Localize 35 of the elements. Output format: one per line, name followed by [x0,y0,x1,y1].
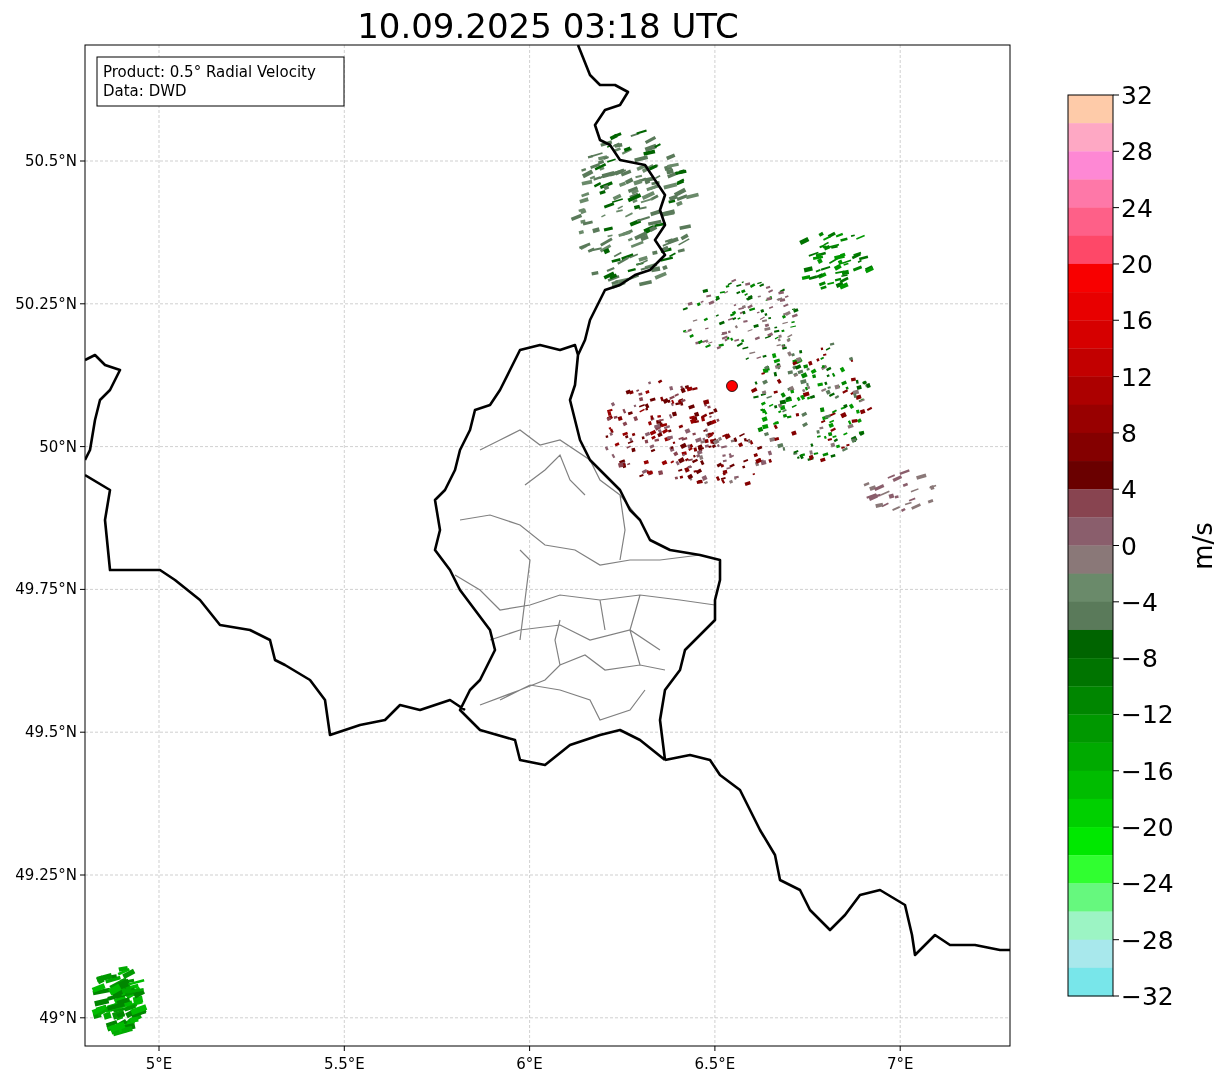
colorbar-tick-label: 16 [1121,306,1153,336]
longitude-label: 6.5°E [694,1055,736,1073]
radar-site-marker [726,380,738,392]
longitude-label: 5.5°E [323,1055,365,1073]
legend-text: Product: 0.5° Radial Velocity [103,63,316,81]
colorbar-tick-label: 24 [1121,193,1153,223]
colorbar-tick-label: −20 [1121,813,1174,843]
latitude-label: 50°N [39,437,77,456]
colorbar-tick-label: −32 [1121,982,1174,1011]
legend-text: Data: DWD [103,82,187,100]
colorbar-tick-label: −12 [1121,700,1174,730]
colorbar-tick-label: 20 [1121,249,1153,279]
colorbar-tick-label: −28 [1121,925,1174,955]
latitude-label: 50.5°N [24,152,77,170]
chart-title: 10.09.2025 03:18 UTC [357,6,739,46]
latitude-label: 49.25°N [15,866,77,884]
colorbar-tick-label: −8 [1121,644,1158,674]
colorbar-tick-label: 8 [1121,418,1137,448]
radar-echo-cluster [91,965,148,1037]
latitude-label: 49.5°N [24,723,77,742]
latitude-label: 50.25°N [15,294,77,313]
longitude-label: 7°E [886,1055,914,1073]
latitude-label: 49.75°N [15,580,77,599]
longitude-label: 5°E [145,1055,173,1073]
colorbar-tick-label: 12 [1121,362,1153,392]
colorbar-tick-label: 4 [1121,475,1137,505]
latitude-label: 49°N [39,1008,77,1027]
colorbar-tick-label: 32 [1121,81,1153,110]
colorbar-tick-label: −24 [1121,869,1174,899]
colorbar-tick-label: −16 [1121,756,1174,786]
colorbar-tick-label: 28 [1121,137,1153,167]
longitude-label: 6°E [516,1055,543,1073]
colorbar-tick-label: −4 [1121,587,1158,617]
colorbar-tick-label: 0 [1121,531,1137,561]
colorbar-unit-label: m/s [1188,522,1218,570]
